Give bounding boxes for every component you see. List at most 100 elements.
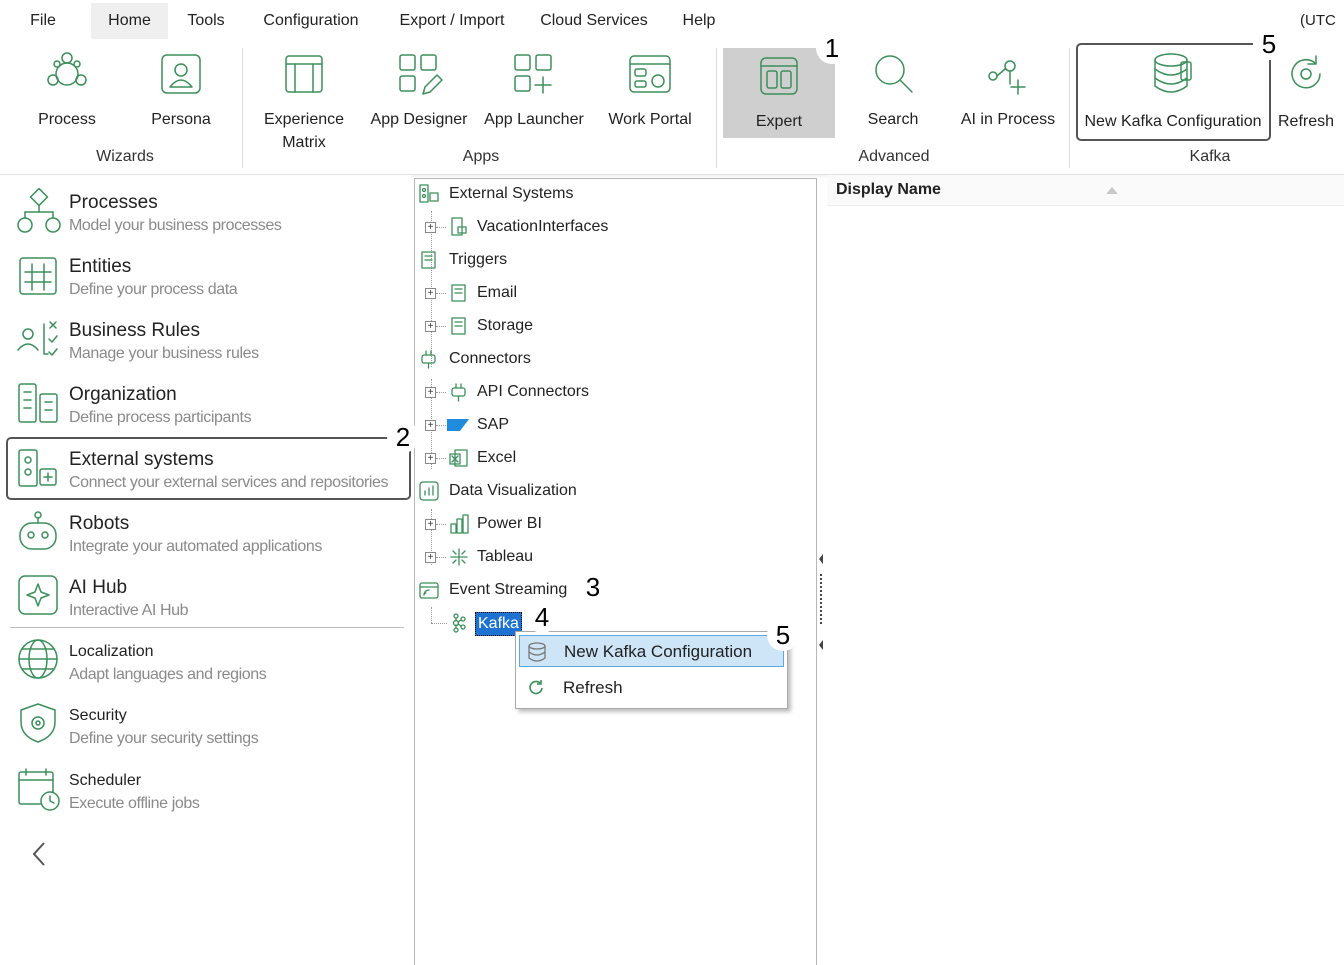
work-portal-icon <box>626 50 674 98</box>
app-launcher-button[interactable]: App Launcher <box>479 46 589 136</box>
ai-in-process-button[interactable]: AI in Process <box>953 46 1063 136</box>
nav-entities[interactable]: Entities Define your process data <box>10 244 406 306</box>
connectors-icon <box>419 349 439 369</box>
menu-help[interactable]: Help <box>674 3 724 39</box>
expand-icon[interactable]: + <box>425 453 436 464</box>
work-portal-button[interactable]: Work Portal <box>600 46 700 136</box>
menu-cloud-services[interactable]: Cloud Services <box>533 3 655 39</box>
menu-tools[interactable]: Tools <box>180 3 232 39</box>
event-streaming-icon <box>419 580 439 600</box>
ctx-label: New Kafka Configuration <box>564 642 753 661</box>
tree-label: Power BI <box>477 515 542 532</box>
nav-scheduler[interactable]: Scheduler Execute offline jobs <box>10 758 406 820</box>
nav-subtitle: Interactive AI Hub <box>69 602 189 619</box>
search-label: Search <box>867 111 919 128</box>
nav-subtitle: Model your business processes <box>69 217 282 234</box>
sort-ascending-icon[interactable] <box>1106 187 1118 195</box>
ctx-refresh[interactable]: Refresh <box>519 672 784 704</box>
timezone-label: (UTC <box>1300 12 1336 29</box>
process-wizard-label: Process <box>38 111 96 128</box>
refresh-icon <box>526 678 546 698</box>
expand-icon[interactable]: + <box>425 222 436 233</box>
nav-subtitle: Adapt languages and regions <box>69 666 267 683</box>
grid-header: Display Name <box>827 175 1344 206</box>
kafka-group-label: Kafka <box>1189 148 1231 165</box>
scheduler-icon <box>16 766 62 812</box>
app-launcher-label: App Launcher <box>484 111 584 128</box>
ai-in-process-icon <box>984 50 1032 98</box>
tree-label: Data Visualization <box>449 482 577 499</box>
tree-label: Email <box>477 284 518 301</box>
tree-label: Triggers <box>449 251 508 268</box>
tree-label: Tableau <box>477 548 534 565</box>
app-designer-icon <box>395 50 443 98</box>
process-wizard-button[interactable]: Process <box>22 46 112 136</box>
expand-icon[interactable]: + <box>425 519 436 530</box>
app-launcher-icon <box>510 50 558 98</box>
email-trigger-icon <box>449 283 469 303</box>
callout-box-external-systems <box>6 437 411 500</box>
search-button[interactable]: Search <box>848 46 938 136</box>
refresh-label: Refresh <box>1277 113 1335 130</box>
expert-button[interactable]: Expert <box>723 48 835 138</box>
expand-icon[interactable]: + <box>425 387 436 398</box>
nav-localization[interactable]: Localization Adapt languages and regions <box>10 629 406 691</box>
expand-icon[interactable]: + <box>425 288 436 299</box>
entities-icon <box>16 252 62 298</box>
menu-file[interactable]: File <box>18 3 68 39</box>
storage-trigger-icon <box>449 316 469 336</box>
tree-label: Storage <box>477 317 534 334</box>
app-designer-label: App Designer <box>370 111 468 128</box>
ribbon-separator <box>716 48 717 168</box>
apps-group-label: Apps <box>462 148 500 165</box>
excel-icon <box>449 448 469 468</box>
refresh-button[interactable]: Refresh <box>1272 46 1340 136</box>
tree-label: SAP <box>477 416 510 433</box>
column-display-name[interactable]: Display Name <box>836 181 941 199</box>
nav-title: Scheduler <box>69 772 142 789</box>
ai-in-process-label: AI in Process <box>960 111 1056 128</box>
nav-business-rules[interactable]: Business Rules Manage your business rule… <box>10 308 406 370</box>
database-icon <box>526 641 548 663</box>
nav-divider <box>10 627 404 628</box>
ctx-new-kafka-configuration[interactable]: New Kafka Configuration <box>519 635 784 667</box>
callout-number: 5 <box>1253 28 1285 60</box>
nav-title: Security <box>69 707 127 724</box>
nav-processes[interactable]: Processes Model your business processes <box>10 180 406 242</box>
expand-icon[interactable]: + <box>425 420 436 431</box>
nav-ai-hub[interactable]: AI Hub Interactive AI Hub <box>10 565 406 627</box>
nav-subtitle: Define process participants <box>69 409 252 426</box>
ai-hub-icon <box>16 573 62 619</box>
nav-organization[interactable]: Organization Define process participants <box>10 372 406 434</box>
process-icon <box>16 188 62 234</box>
power-bi-icon <box>449 514 469 534</box>
callout-number: 2 <box>387 421 419 453</box>
experience-matrix-button[interactable]: Experience Matrix <box>258 46 350 151</box>
persona-icon <box>157 50 205 98</box>
menu-home[interactable]: Home <box>91 3 168 39</box>
nav-subtitle: Define your process data <box>69 281 238 298</box>
security-icon <box>16 701 62 747</box>
ribbon-separator <box>242 48 243 168</box>
callout-number: 3 <box>577 571 609 603</box>
expand-icon[interactable]: + <box>425 552 436 563</box>
menu-export-import[interactable]: Export / Import <box>388 3 516 39</box>
nav-security[interactable]: Security Define your security settings <box>10 693 406 755</box>
experience-matrix-label-1: Experience <box>263 111 345 128</box>
nav-robots[interactable]: Robots Integrate your automated applicat… <box>10 501 406 563</box>
nav-title: Business Rules <box>69 320 200 341</box>
tree-label: External Systems <box>449 185 574 202</box>
robot-icon <box>16 509 62 555</box>
api-connector-icon <box>449 382 469 402</box>
tree-label: API Connectors <box>477 383 590 400</box>
process-wizard-icon <box>43 50 91 98</box>
app-designer-button[interactable]: App Designer <box>364 46 474 136</box>
persona-label: Persona <box>151 111 211 128</box>
persona-wizard-button[interactable]: Persona <box>136 46 226 136</box>
menu-configuration[interactable]: Configuration <box>252 3 370 39</box>
triggers-icon <box>419 250 439 270</box>
expand-icon[interactable]: + <box>425 321 436 332</box>
collapse-chevron-icon[interactable] <box>30 839 50 869</box>
callout-number: 5 <box>767 619 799 651</box>
splitter-handle[interactable] <box>817 552 825 652</box>
